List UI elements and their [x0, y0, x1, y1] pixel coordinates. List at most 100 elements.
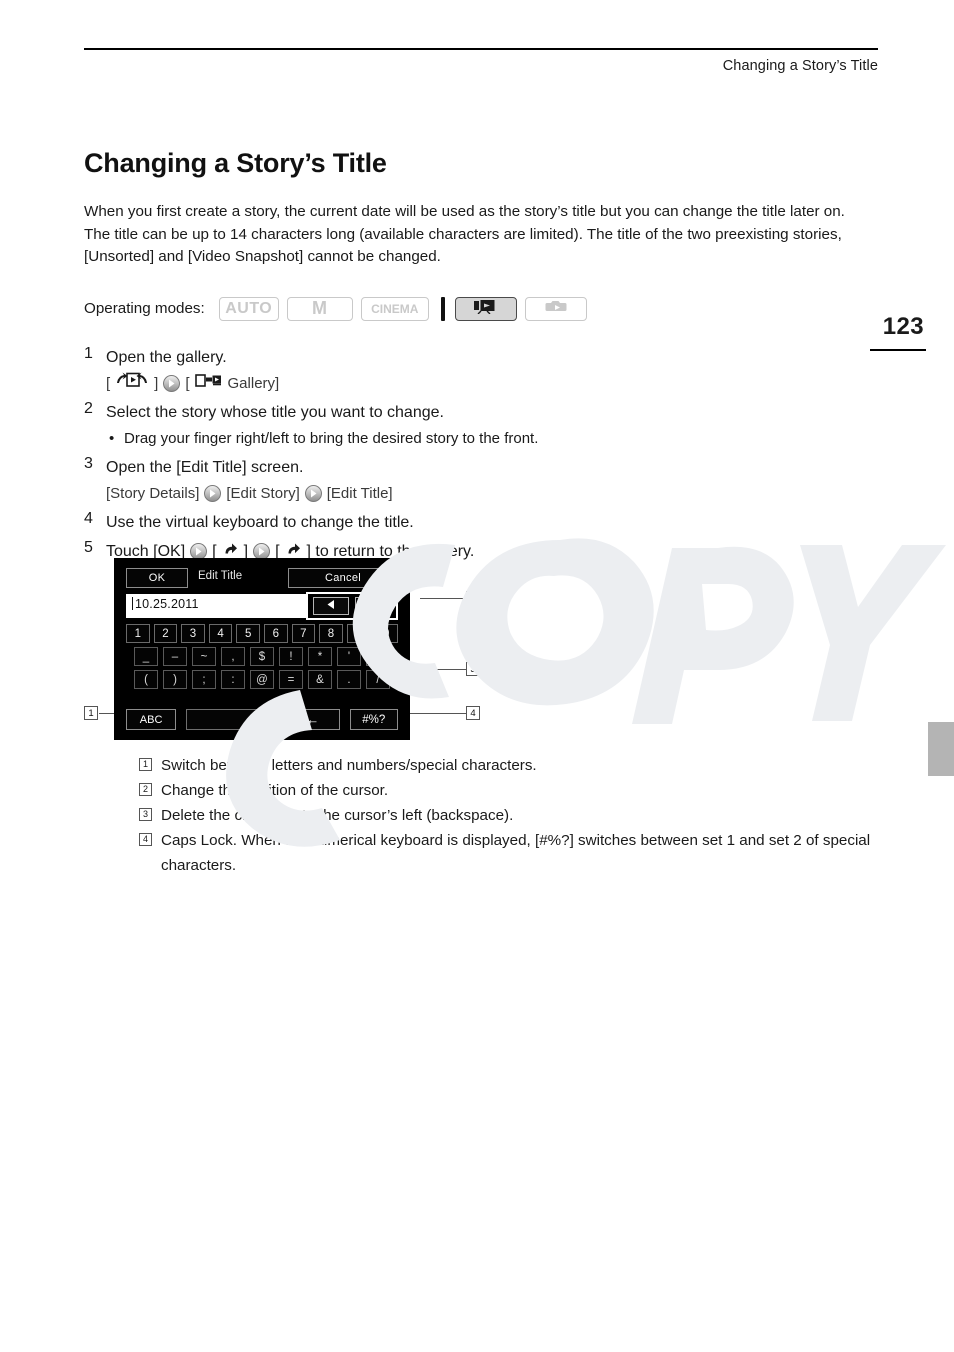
- key-slash[interactable]: /: [366, 670, 390, 689]
- key-8[interactable]: 8: [319, 624, 343, 643]
- key-ampersand[interactable]: &: [308, 670, 332, 689]
- key-apostrophe[interactable]: ': [337, 647, 361, 666]
- mode-chip-manual-label: M: [311, 298, 328, 318]
- step-3-number: 3: [84, 454, 93, 472]
- key-tilde[interactable]: ~: [192, 647, 216, 666]
- legend-item-1: 1 Switch between letters and numbers/spe…: [139, 753, 879, 778]
- title-input-value-wrap: 10.25.2011: [132, 597, 199, 611]
- key-semicolon[interactable]: ;: [192, 670, 216, 689]
- key-comma[interactable]: ,: [221, 647, 245, 666]
- page-number: 123: [882, 313, 924, 340]
- key-equals[interactable]: =: [279, 670, 303, 689]
- step-2-bullet-text: Drag your finger right/left to bring the…: [124, 429, 539, 447]
- key-exclamation[interactable]: !: [279, 647, 303, 666]
- space-bar[interactable]: [186, 709, 276, 730]
- abc-toggle-button[interactable]: ABC: [126, 709, 177, 730]
- step-2-heading: Select the story whose title you want to…: [106, 403, 444, 421]
- step-1-gallery-label: Gallery]: [227, 374, 280, 392]
- camera-screen: OK Edit Title Cancel 10.25.2011 1 2 3 4 …: [114, 558, 410, 740]
- photo-camera-icon: [543, 298, 569, 319]
- procedure-steps: 1 Open the gallery. [ ] [Gallery] 2 Sel…: [84, 345, 880, 565]
- cursor-right-button[interactable]: [354, 597, 391, 615]
- key-period[interactable]: .: [337, 670, 361, 689]
- legend-item-3: 3 Delete the character to the cursor’s l…: [139, 803, 879, 828]
- key-3[interactable]: 3: [181, 624, 205, 643]
- key-2[interactable]: 2: [153, 624, 178, 643]
- key-asterisk[interactable]: *: [308, 647, 332, 666]
- step-4: 4 Use the virtual keyboard to change the…: [84, 510, 880, 536]
- playback-button-icon: [115, 371, 149, 397]
- header-rule: [84, 48, 878, 50]
- step-3-heading: Open the [Edit Title] screen.: [106, 458, 304, 476]
- mode-chip-auto-label: AUTO: [225, 299, 273, 317]
- key-5[interactable]: 5: [236, 624, 260, 643]
- ok-button[interactable]: OK: [126, 568, 188, 588]
- step-1-path: [ ] [Gallery]: [106, 371, 880, 397]
- mode-chip-auto: AUTO: [218, 296, 279, 321]
- step-3-path: [Story Details] [Edit Story] [Edit Title…: [106, 481, 880, 507]
- key-paren-open[interactable]: (: [134, 670, 158, 689]
- gallery-icon: [194, 371, 223, 397]
- keyboard-bottom-row: ABC ← #%?: [126, 709, 398, 730]
- step-1-bracket-close: ]: [154, 374, 159, 392]
- proceed-arrow-icon: [163, 375, 181, 392]
- title-input-value: 10.25.2011: [135, 597, 199, 611]
- cursor-left-button[interactable]: [313, 597, 350, 615]
- text-caret: [132, 597, 134, 610]
- key-0[interactable]: 0: [374, 624, 398, 643]
- mode-chip-cinema-label: CINEMA: [371, 301, 419, 316]
- key-hyphen[interactable]: –: [163, 647, 187, 666]
- key-7[interactable]: 7: [291, 624, 316, 643]
- operating-modes-label: Operating modes:: [84, 300, 205, 317]
- right-triangle-icon: [367, 597, 379, 615]
- step-4-heading: Use the virtual keyboard to change the t…: [106, 513, 414, 531]
- key-6[interactable]: 6: [263, 624, 288, 643]
- legend-box-3: 3: [139, 808, 152, 821]
- step-1-heading: Open the gallery.: [106, 348, 227, 366]
- step-2-bullet: • Drag your finger right/left to bring t…: [106, 426, 880, 452]
- step-2-number: 2: [84, 399, 93, 417]
- step-1-gallery-bracket: [: [185, 374, 190, 392]
- running-header-title: Changing a Story’s Title: [722, 58, 878, 74]
- key-4[interactable]: 4: [208, 624, 233, 643]
- title-field-row: 10.25.2011: [126, 592, 398, 620]
- proceed-arrow-icon: [304, 485, 322, 502]
- key-at[interactable]: @: [250, 670, 274, 689]
- intro-paragraph: When you first create a story, the curre…: [84, 203, 845, 265]
- callout-box-2: 2: [466, 591, 480, 605]
- key-plus[interactable]: +: [366, 647, 390, 666]
- left-triangle-icon: [325, 597, 337, 615]
- page-content: Changing a Story’s Title When you first …: [84, 148, 880, 740]
- keyboard-row-symbols-1: _ – ~ , $ ! * ' +: [126, 647, 398, 666]
- symbol-set-toggle-button[interactable]: #%?: [349, 709, 398, 730]
- legend-box-2: 2: [139, 783, 152, 796]
- step-3-path-1: [Story Details]: [106, 484, 200, 502]
- legend-text-1: Switch between letters and numbers/speci…: [161, 757, 537, 774]
- key-9[interactable]: 9: [346, 624, 371, 643]
- mode-chip-cinema: CINEMA: [360, 296, 429, 321]
- page-title: Changing a Story’s Title: [84, 148, 387, 178]
- bullet-dot: •: [109, 429, 115, 447]
- mode-chip-manual: M: [286, 296, 353, 321]
- backspace-button[interactable]: ←: [285, 709, 340, 730]
- key-paren-close[interactable]: ): [163, 670, 187, 689]
- legend-text-4: Caps Lock. When the numerical keyboard i…: [161, 832, 871, 874]
- keyboard-row-symbols-2: ( ) ; : @ = & . /: [126, 670, 398, 689]
- key-colon[interactable]: :: [221, 670, 245, 689]
- cancel-button[interactable]: Cancel: [288, 568, 398, 588]
- legend-box-4: 4: [139, 833, 152, 846]
- operating-modes-row: Operating modes: AUTO M CINEMA: [84, 295, 880, 323]
- key-1[interactable]: 1: [126, 624, 150, 643]
- step-2: 2 Select the story whose title you want …: [84, 400, 880, 452]
- chapter-edge-tab: [928, 722, 954, 776]
- step-1-bracket-open: [: [106, 374, 111, 392]
- key-dollar[interactable]: $: [250, 647, 274, 666]
- legend-box-1: 1: [139, 758, 152, 771]
- key-underscore[interactable]: _: [134, 647, 158, 666]
- keyboard-figure: 1 2 3 4 OK Edit Title Cancel 10.25.2011 …: [84, 550, 880, 750]
- step-1-number: 1: [84, 344, 93, 362]
- legend-item-4: 4 Caps Lock. When the numerical keyboard…: [139, 828, 879, 878]
- step-3-path-3: [Edit Title]: [326, 484, 393, 502]
- callout-box-3: 3: [466, 662, 480, 676]
- cursor-move-group-highlight: [306, 592, 398, 620]
